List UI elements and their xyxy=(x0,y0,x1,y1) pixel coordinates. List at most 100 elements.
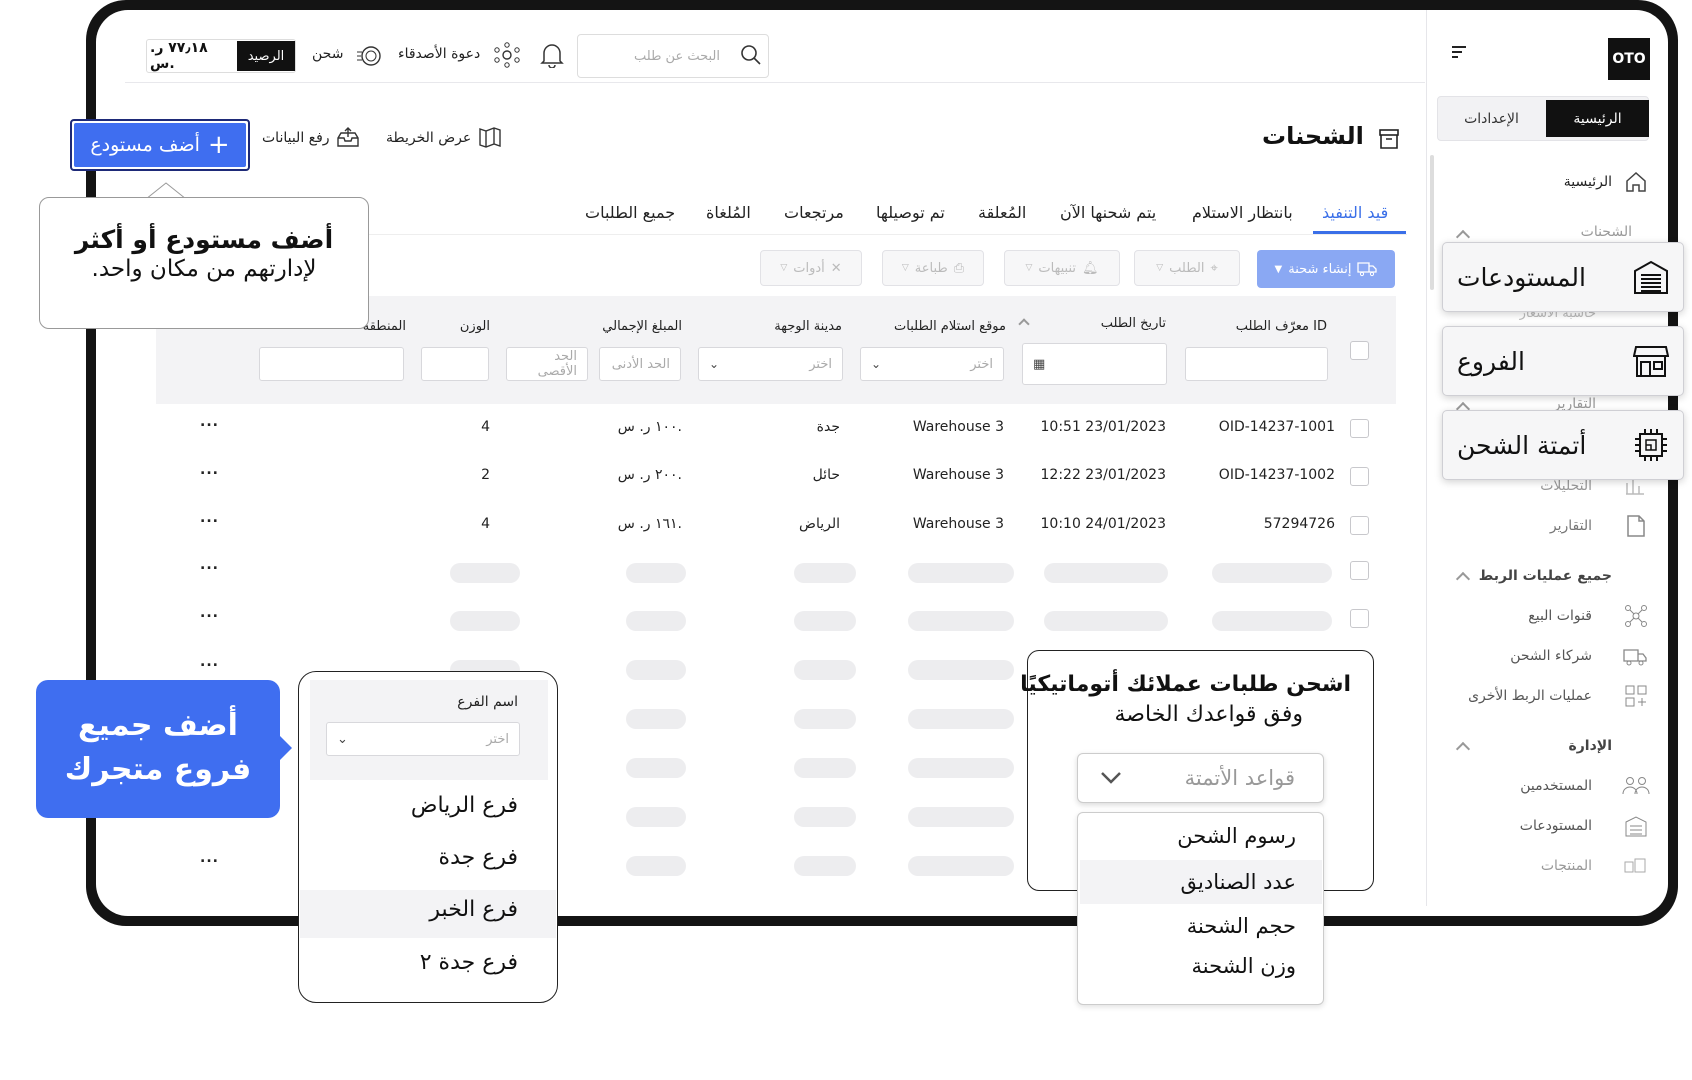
row-more-button[interactable]: ... xyxy=(200,462,219,478)
header-region[interactable]: المنطقة xyxy=(363,319,406,334)
branch-option[interactable]: فرع الرياض xyxy=(411,793,518,818)
upload-data-button[interactable]: رفع البيانات xyxy=(262,130,330,146)
scrollbar[interactable] xyxy=(1430,155,1434,290)
row-more-button[interactable]: ... xyxy=(200,510,219,526)
total-min-filter[interactable]: الحد الأدنى xyxy=(599,347,681,381)
charge-link[interactable]: شحن xyxy=(312,46,343,62)
automation-option[interactable]: عدد الصناديق xyxy=(1181,870,1296,894)
order-id-filter[interactable] xyxy=(1185,347,1328,381)
city-filter[interactable]: اختر ⌄ xyxy=(698,347,843,381)
skeleton-cell xyxy=(450,563,520,583)
tab-all-orders[interactable]: جميع الطلبات xyxy=(585,203,675,222)
invite-friends-link[interactable]: دعوة الأصدقاء xyxy=(398,46,480,62)
sidebar-item-products[interactable]: المنتجات xyxy=(1541,858,1592,874)
row-order-id[interactable]: 57294726 xyxy=(1264,516,1335,532)
segment-home[interactable]: الرئيسية xyxy=(1546,100,1649,137)
storefront-icon xyxy=(1633,346,1669,377)
truck-icon xyxy=(1623,649,1647,666)
chevron-down-icon: ▽ xyxy=(1025,263,1033,273)
map-view-button[interactable]: عرض الخريطة xyxy=(386,130,471,146)
tab-awaiting-pickup[interactable]: بانتظار الاستلام xyxy=(1192,203,1293,222)
automation-option[interactable]: رسوم الشحن xyxy=(1177,824,1296,848)
sidebar-item-other-integrations[interactable]: عمليات الربط الأخرى xyxy=(1468,688,1592,704)
pickup-filter[interactable]: اختر ⌄ xyxy=(860,347,1004,381)
header-weight[interactable]: الوزن xyxy=(460,319,490,334)
popout-warehouses[interactable]: المستودعات xyxy=(1442,242,1684,312)
total-min-placeholder: الحد الأدنى xyxy=(611,356,670,372)
skeleton-cell xyxy=(626,660,686,680)
callout-warehouses-subtitle: لإدارتهم من مكان واحد. xyxy=(91,256,317,282)
tools-icon: ✕ xyxy=(830,260,842,276)
tab-pending[interactable]: المُعلقة xyxy=(978,203,1026,222)
sidebar-section-admin[interactable]: الإدارة xyxy=(1568,738,1612,754)
sidebar-item-users[interactable]: المستخدمين xyxy=(1520,778,1592,794)
tab-cancelled[interactable]: المُلغاة xyxy=(706,203,751,222)
chip-icon xyxy=(1635,429,1667,461)
row-more-button[interactable]: ... xyxy=(200,605,219,621)
header-order-id[interactable]: معرّف الطلب ID xyxy=(1236,319,1327,334)
order-button[interactable]: ⌖ الطلب ▽ xyxy=(1134,250,1240,286)
row-order-date: 10:10 24/01/2023 xyxy=(1040,516,1167,532)
automation-option[interactable]: وزن الشحنة xyxy=(1192,954,1297,978)
row-checkbox[interactable] xyxy=(1350,561,1369,580)
sidebar-item-warehouses[interactable]: المستودعات xyxy=(1520,818,1592,834)
bell-icon[interactable] xyxy=(540,42,564,68)
row-more-button[interactable]: ... xyxy=(200,850,219,866)
skeleton-cell xyxy=(908,660,1014,680)
row-checkbox[interactable] xyxy=(1350,467,1369,486)
tab-returns[interactable]: مرتجعات xyxy=(784,203,844,222)
total-max-placeholder: الحد الأقصى xyxy=(537,349,577,379)
tab-delivered[interactable]: تم توصيلها xyxy=(876,203,945,222)
row-more-button[interactable]: ... xyxy=(200,654,219,670)
skeleton-cell xyxy=(626,758,686,778)
header-pickup-location[interactable]: موقع استلام الطلبات xyxy=(894,319,1006,334)
tab-in-progress[interactable]: قيد التنفيذ xyxy=(1322,203,1388,222)
branch-option[interactable]: فرع جدة ٢ xyxy=(420,950,518,975)
region-filter[interactable] xyxy=(259,347,404,381)
sidebar-item-home[interactable]: الرئيسية xyxy=(1564,174,1612,190)
skeleton-cell xyxy=(1212,611,1332,631)
automation-option[interactable]: حجم الشحنة xyxy=(1187,914,1296,938)
sidebar-item-reports[interactable]: التقارير xyxy=(1550,518,1592,534)
weight-filter[interactable] xyxy=(421,347,489,381)
header-destination-city[interactable]: مدينة الوجهة xyxy=(774,319,842,334)
row-checkbox[interactable] xyxy=(1350,516,1369,535)
row-total: ١٠٠ ر. س. xyxy=(617,419,682,435)
alerts-button[interactable]: 🔔︎ تنبيهات ▽ xyxy=(1004,250,1120,286)
sidebar-section-shipments[interactable]: الشحنات xyxy=(1581,224,1632,240)
row-checkbox[interactable] xyxy=(1350,609,1369,628)
printer-icon: ⎙ xyxy=(953,260,965,276)
popout-branches[interactable]: الفروع xyxy=(1442,326,1684,396)
row-order-id[interactable]: OID-14237-1001 xyxy=(1219,419,1335,435)
print-button[interactable]: ⎙ طباعة ▽ xyxy=(882,250,984,286)
create-shipment-button[interactable]: إنشاء شحنة ▼ xyxy=(1257,250,1395,288)
sidebar-item-shipping-partners[interactable]: شركاء الشحن xyxy=(1510,648,1592,664)
sidebar-item-analytics[interactable]: التحليلات xyxy=(1540,478,1592,494)
branch-option[interactable]: فرع جدة xyxy=(439,845,518,870)
header-total-amount[interactable]: المبلغ الإجمالي xyxy=(602,319,682,334)
sidebar-item-sales-channels[interactable]: قنوات البيع xyxy=(1528,608,1592,624)
order-date-filter[interactable]: ▦ xyxy=(1022,343,1167,385)
chevron-down-icon: ⌄ xyxy=(337,731,348,747)
skeleton-cell xyxy=(794,611,856,631)
popout-automation[interactable]: أتمتة الشحن xyxy=(1442,410,1684,480)
automation-rules-select[interactable]: قواعد الأتمتة xyxy=(1077,753,1324,803)
tab-shipping-now[interactable]: يتم شحنها الآن xyxy=(1060,203,1156,222)
branch-option[interactable]: فرع الخبر xyxy=(429,897,518,922)
skeleton-cell xyxy=(794,807,856,827)
automation-rules-placeholder: قواعد الأتمتة xyxy=(1184,766,1295,790)
branch-select[interactable]: اختر ⌄ xyxy=(326,722,520,756)
tools-button[interactable]: ✕ أدوات ▽ xyxy=(760,250,862,286)
row-more-button[interactable]: ... xyxy=(200,414,219,430)
row-more-button[interactable]: ... xyxy=(200,557,219,573)
header-order-date[interactable]: تاريخ الطلب xyxy=(1101,316,1166,331)
select-all-checkbox[interactable] xyxy=(1350,341,1369,360)
sidebar-section-integrations[interactable]: جميع عمليات الربط xyxy=(1479,568,1612,584)
add-warehouse-button[interactable]: + أضف مستودع xyxy=(70,119,250,171)
row-order-id[interactable]: OID-14237-1002 xyxy=(1219,467,1335,483)
row-checkbox[interactable] xyxy=(1350,419,1369,438)
menu-icon[interactable] xyxy=(1452,46,1466,60)
total-max-filter[interactable]: الحد الأقصى xyxy=(506,347,588,381)
skeleton-cell xyxy=(626,807,686,827)
segment-settings[interactable]: الإعدادات xyxy=(1440,100,1543,137)
